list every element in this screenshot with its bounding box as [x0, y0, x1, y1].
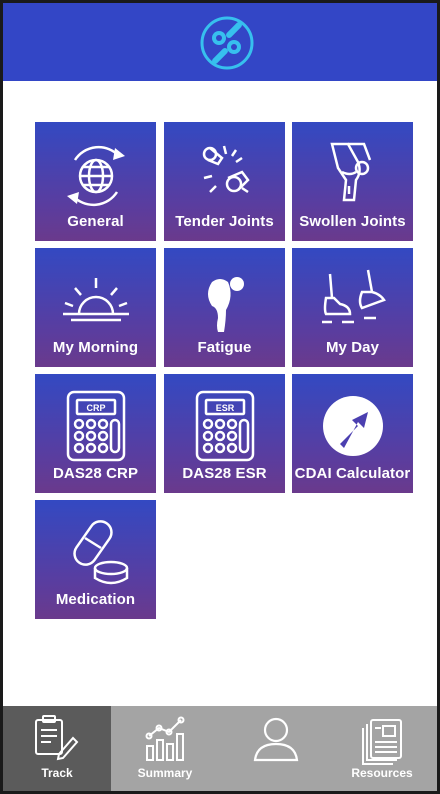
clipboard-pen-icon [35, 715, 79, 761]
tile-label: My Morning [52, 339, 139, 356]
calculator-badge: CRP [86, 403, 105, 413]
tile-fatigue[interactable]: Fatigue [164, 248, 285, 367]
tab-summary[interactable]: Summary [111, 706, 219, 791]
tile-label: Medication [55, 591, 136, 608]
tile-das28-esr[interactable]: ESR DAS28 ESR [164, 374, 285, 493]
tile-my-morning[interactable]: My Morning [35, 248, 156, 367]
tile-label: DAS28 ESR [182, 465, 267, 482]
tile-label: Fatigue [197, 339, 252, 356]
documents-icon [362, 719, 402, 765]
tile-label: Swollen Joints [299, 213, 406, 230]
chart-icon [145, 716, 185, 761]
tile-swollen-joints[interactable]: Swollen Joints [292, 122, 413, 241]
calculator-badge: ESR [216, 403, 235, 413]
tab-profile[interactable] [219, 706, 327, 791]
tab-label: Summary [137, 766, 193, 780]
app-screen: General Tender Joints Swollen Joints My … [3, 3, 437, 791]
tile-cdai-calculator[interactable]: CDAI Calculator [292, 374, 413, 493]
tile-tender-joints[interactable]: Tender Joints [164, 122, 285, 241]
tile-label: Tender Joints [175, 213, 274, 230]
tab-resources[interactable]: Resources [327, 706, 437, 791]
joint-logo-icon [200, 16, 254, 70]
app-header [3, 3, 437, 81]
user-icon [253, 717, 299, 762]
tile-label: General [67, 213, 124, 230]
bottom-tab-bar: Track Summary Resources [3, 706, 437, 791]
tab-label: Resources [351, 766, 413, 780]
tab-label: Track [41, 766, 73, 780]
tile-label: CDAI Calculator [294, 465, 411, 482]
tile-label: DAS28 CRP [52, 465, 139, 482]
tile-label: My Day [325, 339, 380, 356]
tile-my-day[interactable]: My Day [292, 248, 413, 367]
tile-das28-crp[interactable]: CRP DAS28 CRP [35, 374, 156, 493]
tile-medication[interactable]: Medication [35, 500, 156, 619]
tile-general[interactable]: General [35, 122, 156, 241]
tab-track[interactable]: Track [3, 706, 111, 791]
